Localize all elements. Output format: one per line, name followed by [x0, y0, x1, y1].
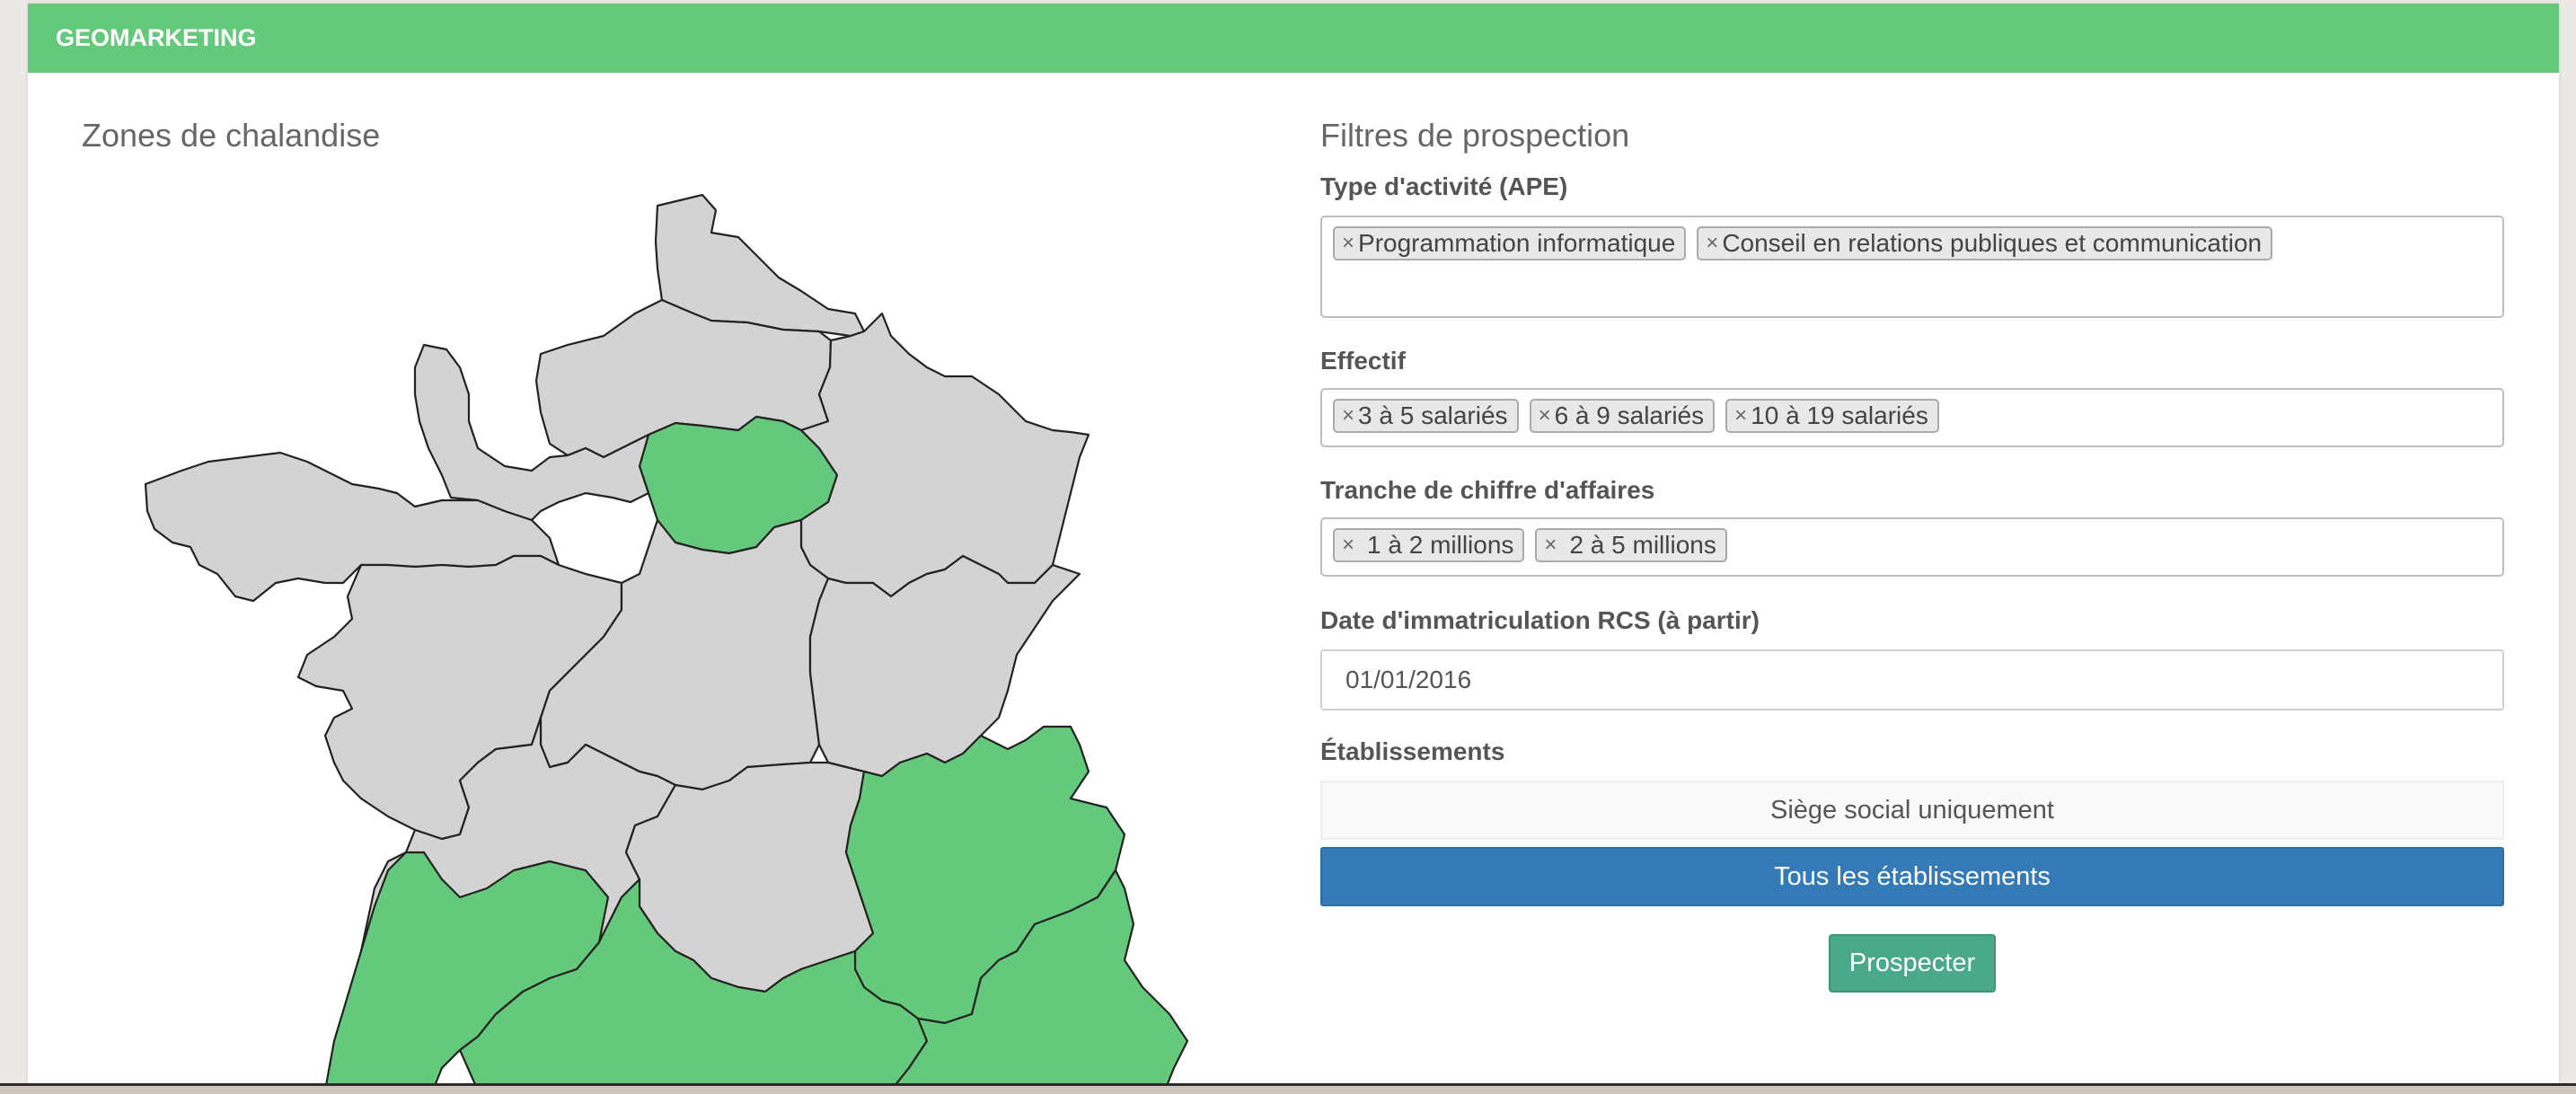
tag-remove-icon[interactable]: × — [1342, 231, 1354, 256]
effectif-tag-label: 10 à 19 salariés — [1751, 401, 1928, 429]
effectif-tag: × 6 à 9 salariés — [1529, 399, 1716, 433]
ca-label: Tranche de chiffre d'affaires — [1320, 476, 1655, 504]
region-grand-est[interactable] — [799, 312, 1090, 598]
tag-remove-icon[interactable]: × — [1544, 533, 1557, 558]
tag-remove-icon[interactable]: × — [1539, 403, 1551, 428]
geomarketing-panel: GEOMARKETING Zones de chalandise Filtres… — [28, 4, 2559, 1087]
window-bottom-edge — [0, 1083, 2576, 1094]
tag-remove-icon[interactable]: × — [1342, 533, 1354, 558]
effectif-tag: × 3 à 5 salariés — [1333, 399, 1519, 433]
date-label: Date d'immatriculation RCS (à partir) — [1320, 606, 1760, 634]
ape-tag-label: Programmation informatique — [1358, 229, 1676, 257]
date-input[interactable] — [1320, 649, 2504, 710]
prospecter-button[interactable]: Prospecter — [1829, 934, 1996, 993]
ape-multiselect[interactable]: × Programmation informatique × Conseil e… — [1320, 216, 2504, 318]
ca-tag-label: 2 à 5 millions — [1569, 531, 1716, 559]
effectif-tag-label: 6 à 9 salariés — [1554, 401, 1705, 429]
ca-tag: × 1 à 2 millions — [1333, 528, 1525, 562]
ape-tag: × Conseil en relations publiques et comm… — [1697, 226, 2273, 260]
effectif-multiselect[interactable]: × 3 à 5 salariés × 6 à 9 salariés × 10 à… — [1320, 388, 2504, 447]
tag-remove-icon[interactable]: × — [1734, 403, 1747, 428]
effectif-tag-label: 3 à 5 salariés — [1358, 401, 1508, 429]
map-section-title: Zones de chalandise — [82, 117, 381, 154]
ape-label: Type d'activité (APE) — [1320, 172, 1568, 200]
ape-tag-label: Conseil en relations publiques et commun… — [1722, 229, 2263, 257]
tag-remove-icon[interactable]: × — [1706, 231, 1718, 256]
ca-tag-label: 1 à 2 millions — [1367, 531, 1514, 559]
effectif-label: Effectif — [1320, 347, 1406, 375]
tag-remove-icon[interactable]: × — [1342, 403, 1354, 428]
siege-social-option[interactable]: Siège social uniquement — [1320, 781, 2504, 840]
effectif-tag: × 10 à 19 salariés — [1725, 399, 1939, 433]
filters-section-title: Filtres de prospection — [1320, 117, 1630, 154]
ca-multiselect[interactable]: × 1 à 2 millions × 2 à 5 millions — [1320, 517, 2504, 577]
etablissements-label: Établissements — [1320, 737, 1505, 765]
ape-tag: × Programmation informatique — [1333, 226, 1687, 260]
tous-etablissements-option[interactable]: Tous les établissements — [1320, 847, 2504, 906]
panel-title: GEOMARKETING — [56, 24, 257, 51]
france-regions-map — [119, 188, 1196, 1087]
ca-tag: × 2 à 5 millions — [1535, 528, 1727, 562]
panel-header: GEOMARKETING — [28, 4, 2559, 73]
